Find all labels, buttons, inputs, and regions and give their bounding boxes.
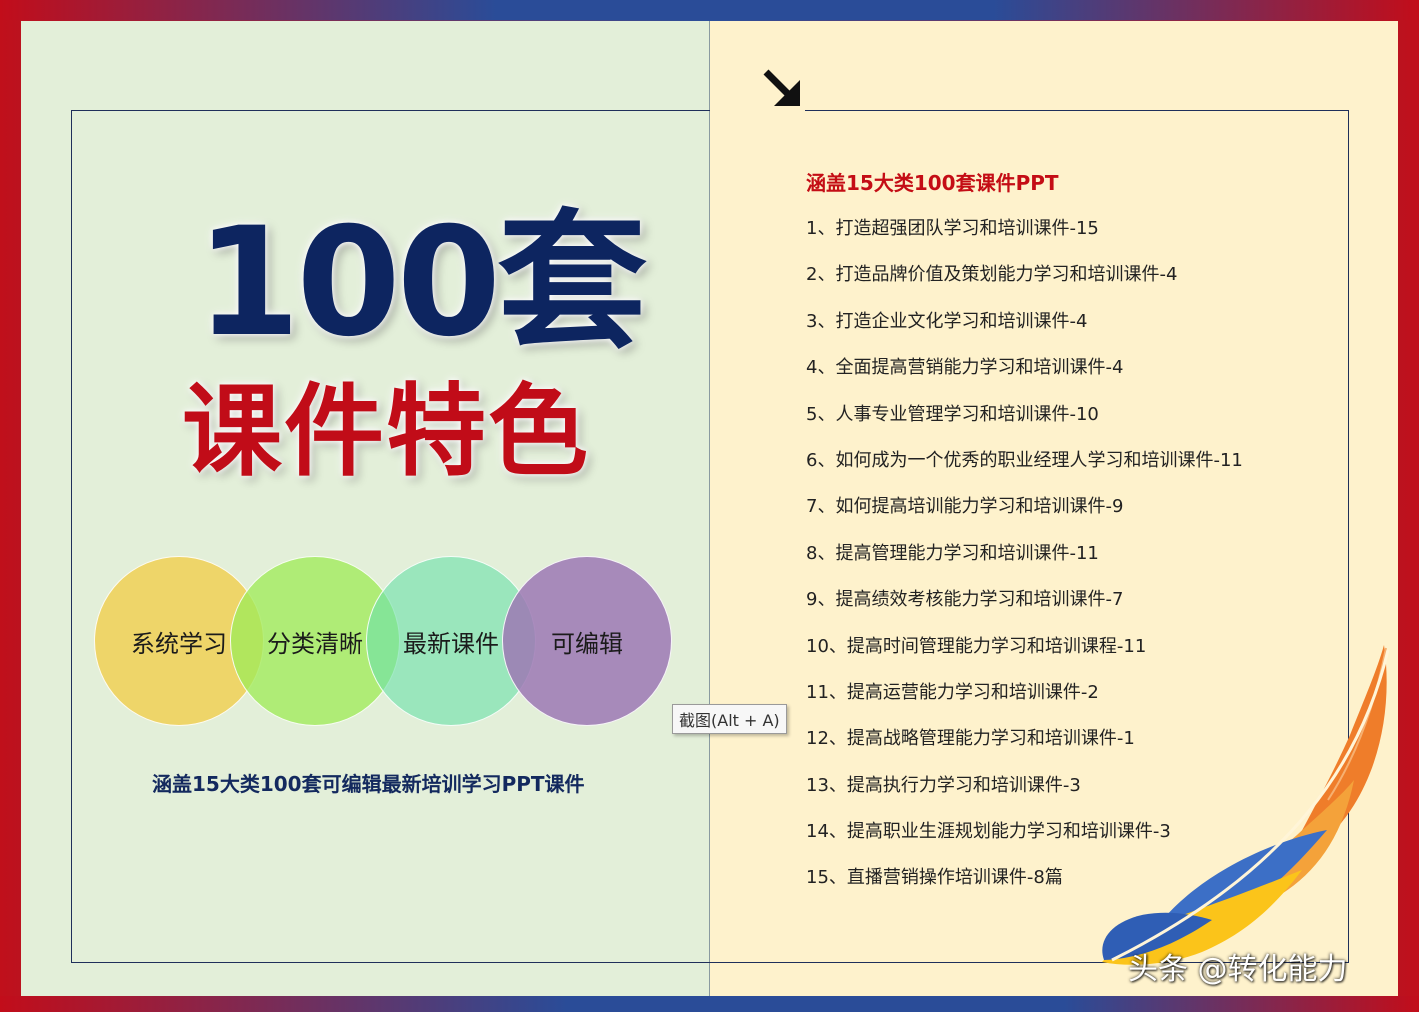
left-caption: 涵盖15大类100套可编辑最新培训学习PPT课件 bbox=[152, 772, 585, 796]
arrow-down-right-icon bbox=[763, 69, 800, 106]
list-item: 6、如何成为一个优秀的职业经理人学习和培训课件-11 bbox=[806, 449, 1243, 471]
feather-icon bbox=[1102, 645, 1390, 965]
frame-bottom-border bbox=[0, 996, 1419, 1012]
screenshot-tooltip: 截图(Alt + A) bbox=[672, 704, 787, 734]
list-item: 1、打造超强团队学习和培训课件-15 bbox=[806, 218, 1099, 239]
feature-label: 最新课件 bbox=[403, 629, 499, 658]
left-panel bbox=[21, 21, 710, 996]
list-item: 3、打造企业文化学习和培训课件-4 bbox=[806, 310, 1088, 332]
list-title: 涵盖15大类100套课件PPT bbox=[806, 171, 1059, 195]
hero-title: 课件特色 bbox=[182, 373, 590, 490]
box-top-left bbox=[71, 110, 710, 111]
list-item: 8、提高管理能力学习和培训课件-11 bbox=[806, 542, 1099, 564]
list-item: 5、人事专业管理学习和培训课件-10 bbox=[806, 403, 1099, 425]
page-divider bbox=[709, 21, 710, 996]
feature-label: 可编辑 bbox=[551, 629, 623, 658]
list-item: 7、如何提高培训能力学习和培训课件-9 bbox=[806, 496, 1124, 518]
list-item: 9、提高绩效考核能力学习和培训课件-7 bbox=[806, 589, 1124, 611]
feature-circle-4: 可编辑 bbox=[502, 556, 672, 726]
hero-number: 100套 bbox=[196, 196, 647, 370]
feature-label: 系统学习 bbox=[131, 629, 227, 658]
list-item: 4、全面提高营销能力学习和培训课件-4 bbox=[806, 357, 1124, 379]
list-item: 2、打造品牌价值及策划能力学习和培训课件-4 bbox=[806, 264, 1178, 286]
watermark: 头条 @转化能力 bbox=[1128, 952, 1348, 987]
box-left bbox=[71, 110, 72, 962]
box-top-right bbox=[805, 110, 1349, 111]
feature-label: 分类清晰 bbox=[267, 629, 363, 658]
frame-top-border bbox=[0, 0, 1419, 20]
